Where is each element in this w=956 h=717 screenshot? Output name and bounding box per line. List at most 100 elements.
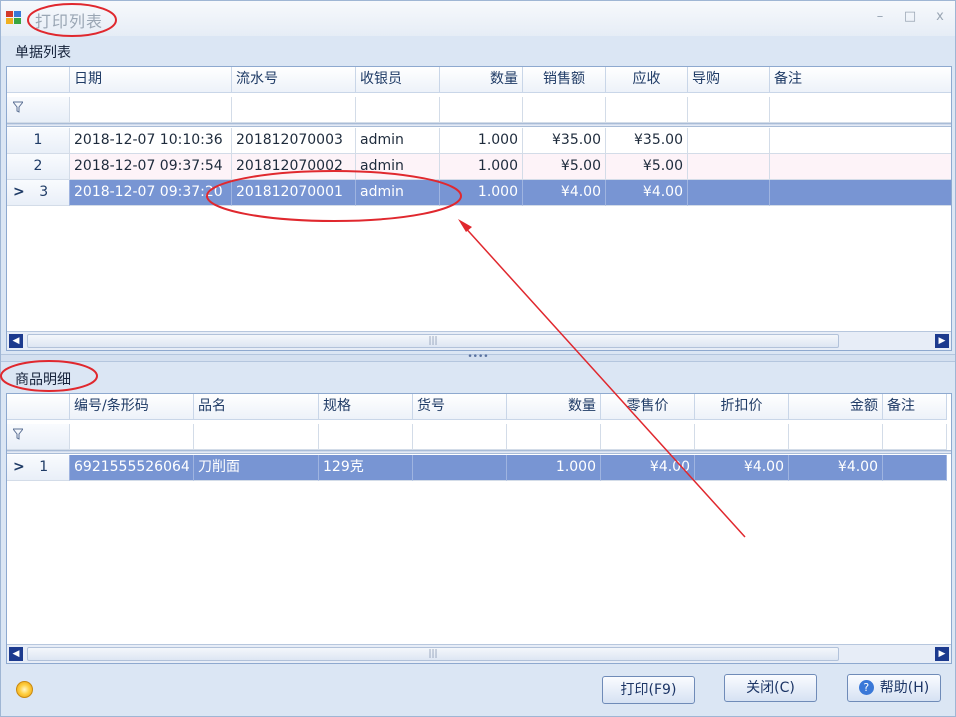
cell-discount[interactable]: ¥4.00 [695,455,789,481]
orders-col-serial[interactable]: 流水号 [232,67,356,93]
window-title: 打印列表 [35,12,104,31]
cell-note[interactable] [770,128,951,154]
cell-serial[interactable]: 201812070001 [232,180,356,206]
funnel-icon[interactable] [7,424,70,450]
orders-col-sales[interactable]: 销售额 [523,67,606,93]
cell-cashier[interactable]: admin [356,154,440,180]
minimize-button[interactable]: – [869,7,891,27]
orders-filter-qty[interactable] [440,97,523,123]
scroll-left-arrow-icon[interactable]: ◀ [9,647,23,661]
items-col-name[interactable]: 品名 [194,394,319,420]
cell-guide[interactable] [688,154,770,180]
cell-note[interactable] [770,180,951,206]
items-header-row: 编号/条形码 品名 规格 货号 数量 零售价 折扣价 金额 备注 [7,394,947,420]
items-filter-code[interactable] [70,424,194,450]
orders-filter-guide[interactable] [688,97,770,123]
items-col-qty[interactable]: 数量 [507,394,601,420]
help-icon: ? [858,680,874,695]
table-row-selected[interactable]: > 3 2018-12-07 09:37:20 201812070001 adm… [7,180,951,206]
cell-sku[interactable] [413,455,507,481]
orders-col-note[interactable]: 备注 [770,67,951,93]
cell-amount[interactable]: ¥4.00 [789,455,883,481]
panel-splitter[interactable]: •••• [1,353,955,362]
row-index: > 1 [7,455,70,481]
help-button[interactable]: ? 帮助(H) [847,674,941,702]
cell-code[interactable]: 6921555526064 [70,455,194,481]
cell-cashier[interactable]: admin [356,128,440,154]
cell-sales[interactable]: ¥35.00 [523,128,606,154]
row-index: > 3 [7,180,70,206]
funnel-icon[interactable] [7,97,70,123]
cell-qty[interactable]: 1.000 [440,180,523,206]
cell-name[interactable]: 刀削面 [194,455,319,481]
cell-sales[interactable]: ¥5.00 [523,154,606,180]
items-filter-separator [7,450,951,454]
close-window-button[interactable]: x [929,7,951,27]
cell-receivable[interactable]: ¥35.00 [606,128,688,154]
cell-date[interactable]: 2018-12-07 09:37:54 [70,154,232,180]
cell-guide[interactable] [688,180,770,206]
orders-filter-note[interactable] [770,97,951,123]
table-row-selected[interactable]: > 1 6921555526064 刀削面 129克 1.000 ¥4.00 ¥… [7,455,947,481]
items-filter-name[interactable] [194,424,319,450]
maximize-button[interactable]: □ [899,7,921,27]
table-row[interactable]: 2 2018-12-07 09:37:54 201812070002 admin… [7,154,951,180]
print-button[interactable]: 打印(F9) [602,676,695,704]
items-col-discount[interactable]: 折扣价 [695,394,789,420]
orders-col-receivable[interactable]: 应收 [606,67,688,93]
scroll-thumb[interactable]: ||| [27,647,839,661]
cell-receivable[interactable]: ¥5.00 [606,154,688,180]
row-selected-marker: > [13,184,25,200]
items-filter-note[interactable] [883,424,947,450]
items-filter-retail[interactable] [601,424,695,450]
cell-spec[interactable]: 129克 [319,455,413,481]
orders-filter-cashier[interactable] [356,97,440,123]
cell-note[interactable] [883,455,947,481]
cell-cashier[interactable]: admin [356,180,440,206]
cell-qty[interactable]: 1.000 [507,455,601,481]
cell-sales[interactable]: ¥4.00 [523,180,606,206]
items-group-title: 商品明细 [15,372,71,388]
items-filter-discount[interactable] [695,424,789,450]
orders-filter-serial[interactable] [232,97,356,123]
orders-horizontal-scrollbar[interactable]: ◀ ||| ▶ [7,331,951,350]
cell-date[interactable]: 2018-12-07 09:37:20 [70,180,232,206]
items-filter-amount[interactable] [789,424,883,450]
orders-col-qty[interactable]: 数量 [440,67,523,93]
items-filter-sku[interactable] [413,424,507,450]
orders-filter-sales[interactable] [523,97,606,123]
table-row[interactable]: 1 2018-12-07 10:10:36 201812070003 admin… [7,128,951,154]
items-horizontal-scrollbar[interactable]: ◀ ||| ▶ [7,644,951,663]
items-filter-qty[interactable] [507,424,601,450]
scroll-right-arrow-icon[interactable]: ▶ [935,334,949,348]
cell-retail[interactable]: ¥4.00 [601,455,695,481]
scroll-right-arrow-icon[interactable]: ▶ [935,647,949,661]
cell-serial[interactable]: 201812070003 [232,128,356,154]
row-selected-marker: > [13,459,25,475]
items-col-note[interactable]: 备注 [883,394,947,420]
orders-filter-receivable[interactable] [606,97,688,123]
cell-note[interactable] [770,154,951,180]
close-button[interactable]: 关闭(C) [724,674,817,702]
orders-col-guide[interactable]: 导购 [688,67,770,93]
row-index: 1 [7,128,70,154]
items-col-spec[interactable]: 规格 [319,394,413,420]
items-filter-spec[interactable] [319,424,413,450]
scroll-thumb[interactable]: ||| [27,334,839,348]
cell-qty[interactable]: 1.000 [440,154,523,180]
items-col-sku[interactable]: 货号 [413,394,507,420]
cell-qty[interactable]: 1.000 [440,128,523,154]
orders-col-date[interactable]: 日期 [70,67,232,93]
cell-guide[interactable] [688,128,770,154]
items-col-retail[interactable]: 零售价 [601,394,695,420]
cell-receivable[interactable]: ¥4.00 [606,180,688,206]
scroll-left-arrow-icon[interactable]: ◀ [9,334,23,348]
help-button-label: 帮助(H) [879,680,930,696]
items-col-code[interactable]: 编号/条形码 [70,394,194,420]
orders-filter-date[interactable] [70,97,232,123]
items-filter-row [7,424,947,450]
items-col-amount[interactable]: 金额 [789,394,883,420]
orders-col-cashier[interactable]: 收银员 [356,67,440,93]
cell-serial[interactable]: 201812070002 [232,154,356,180]
cell-date[interactable]: 2018-12-07 10:10:36 [70,128,232,154]
